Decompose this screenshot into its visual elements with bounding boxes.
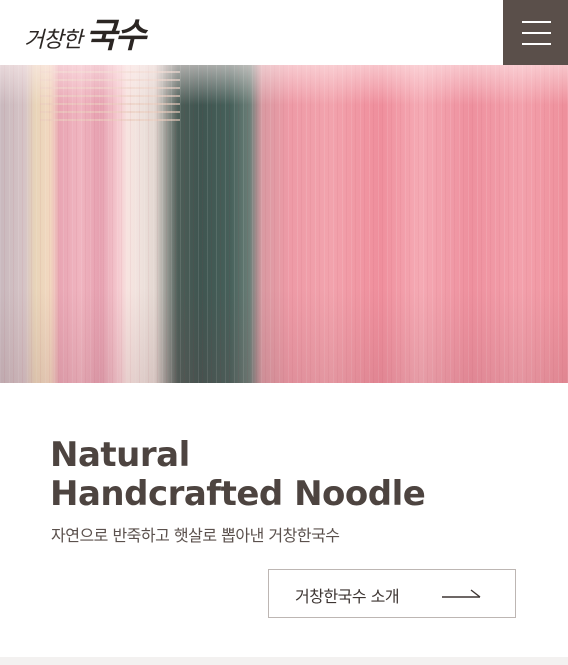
about-button-label: 거창한국수 소개 (295, 587, 400, 606)
about-button[interactable]: 거창한국수 소개 (268, 569, 516, 618)
site-header: 거창한 국수 (0, 0, 568, 65)
long-arrow-right-icon (442, 589, 481, 598)
intro-title: Natural Handcrafted Noodle (50, 435, 426, 514)
hero-image (0, 65, 568, 383)
logo-text-small: 거창한 (24, 28, 83, 53)
menu-button[interactable] (503, 0, 568, 65)
site-logo[interactable]: 거창한 국수 (24, 8, 147, 57)
logo-text-big: 국수 (85, 16, 147, 56)
intro-subtitle: 자연으로 반죽하고 햇살로 뽑아낸 거창한국수 (51, 526, 340, 545)
section-divider (0, 657, 568, 665)
